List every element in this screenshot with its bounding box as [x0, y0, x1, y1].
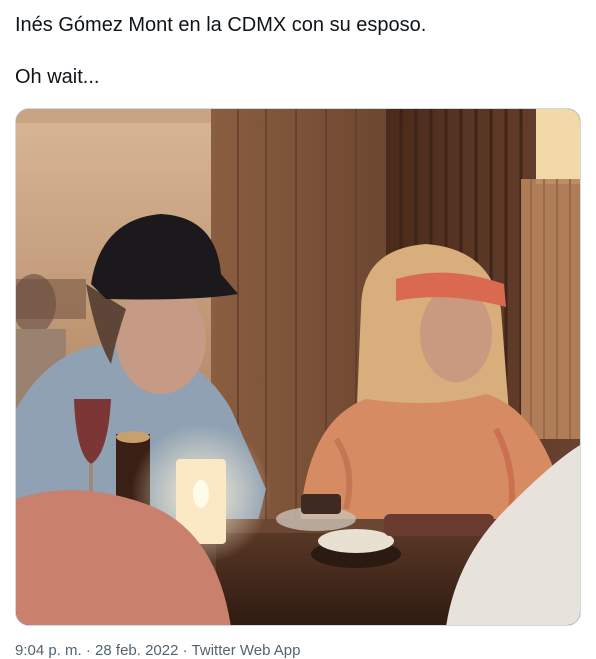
photo-rice-bowl [318, 529, 394, 553]
tweet-metadata: 9:04 p. m. · 28 feb. 2022 · Twitter Web … [15, 642, 300, 659]
photo-plate [384, 514, 494, 536]
tweet-source-link[interactable]: Twitter Web App [192, 642, 301, 659]
tweet-photo[interactable] [15, 108, 581, 626]
tweet-timestamp-date[interactable]: 28 feb. 2022 [95, 642, 178, 659]
tweet-text-line-1: Inés Gómez Mont en la CDMX con su esposo… [15, 14, 427, 36]
photo-man-face [116, 284, 206, 394]
tweet-text-line-2: Oh wait... [15, 66, 100, 88]
meta-separator: · [178, 642, 192, 659]
meta-separator: · [81, 642, 96, 659]
photo-illustration [16, 109, 580, 625]
photo-lamp [536, 109, 580, 184]
tweet-text: Inés Gómez Mont en la CDMX con su esposo… [15, 12, 581, 90]
tweet-timestamp-time[interactable]: 9:04 p. m. [15, 642, 82, 659]
